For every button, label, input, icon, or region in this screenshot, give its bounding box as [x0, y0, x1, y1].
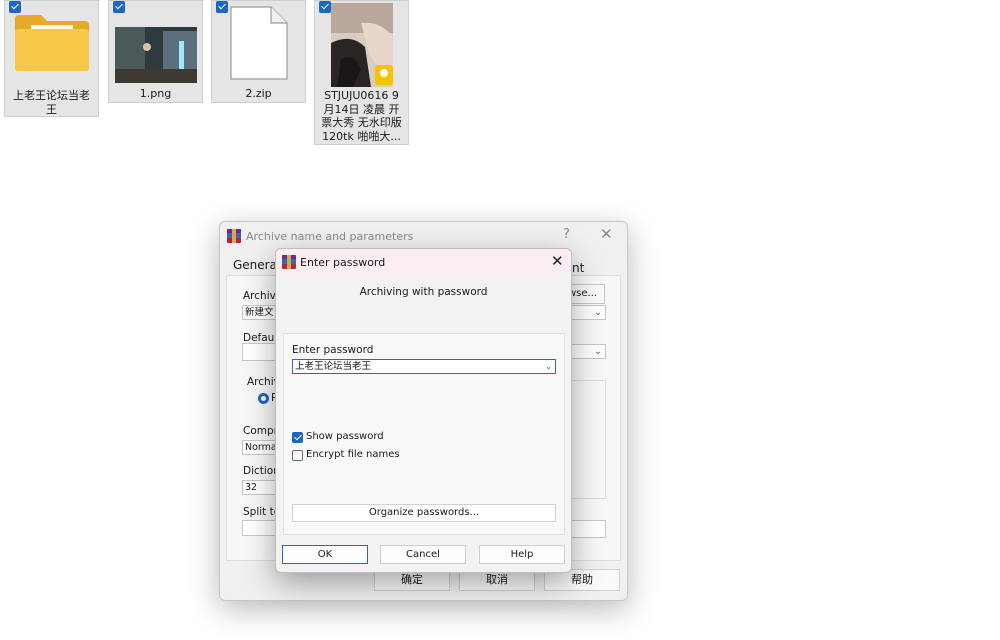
winrar-icon [227, 229, 241, 243]
dialog-subtitle: Archiving with password [359, 286, 488, 298]
encrypt-names-label: Encrypt file names [306, 449, 400, 460]
dialog-titlebar[interactable]: Archive name and parameters ? ✕ [220, 222, 627, 250]
file-item-png[interactable]: 1.png [108, 0, 203, 103]
ok-button[interactable]: OK [282, 545, 368, 564]
video-thumbnail-icon [330, 3, 393, 87]
selected-checkbox[interactable] [9, 1, 21, 13]
folder-icon [14, 15, 89, 71]
file-item-zip[interactable]: 2.zip [211, 0, 306, 103]
file-name: 1.png [139, 87, 172, 100]
tab-partial[interactable]: nt [572, 261, 584, 275]
format-radio[interactable] [258, 393, 269, 404]
close-icon[interactable]: ✕ [551, 252, 564, 270]
help-button[interactable]: Help [479, 545, 565, 564]
password-input[interactable]: 上老王论坛当老王 ⌄ [292, 359, 556, 374]
enter-password-dialog: Enter password ✕ Archiving with password… [275, 248, 572, 573]
enter-password-label: Enter password [292, 344, 374, 356]
help-icon[interactable]: ? [563, 227, 570, 242]
image-thumbnail-icon [114, 27, 197, 83]
cancel-button[interactable]: Cancel [380, 545, 466, 564]
dialog-title: Enter password [300, 256, 386, 269]
file-name: 2.zip [245, 87, 272, 100]
close-icon[interactable]: ✕ [600, 225, 613, 243]
encrypt-names-checkbox[interactable] [292, 450, 303, 461]
selected-checkbox[interactable] [319, 1, 331, 13]
selected-checkbox[interactable] [216, 1, 228, 13]
file-name: STJUJU0616 9月14日 凌晨 开票大秀 无水印版 120tk 啪啪大.… [321, 89, 402, 143]
organize-passwords-button[interactable]: Organize passwords... [292, 504, 556, 522]
file-item-folder[interactable]: 上老王论坛当老王 [4, 0, 99, 117]
dialog-titlebar[interactable]: Enter password ✕ [276, 249, 571, 275]
file-item-video[interactable]: STJUJU0616 9月14日 凌晨 开票大秀 无水印版 120tk 啪啪大.… [314, 0, 409, 145]
document-icon [229, 6, 288, 80]
show-password-checkbox[interactable] [292, 432, 303, 443]
chevron-down-icon[interactable]: ⌄ [545, 360, 552, 373]
password-value: 上老王论坛当老王 [295, 361, 372, 372]
show-password-label: Show password [306, 431, 384, 442]
winrar-icon [282, 255, 296, 269]
dialog-title: Archive name and parameters [246, 230, 414, 243]
selected-checkbox[interactable] [113, 1, 125, 13]
tab-general[interactable]: General [233, 258, 280, 272]
file-name: 上老王论坛当老王 [13, 89, 90, 116]
